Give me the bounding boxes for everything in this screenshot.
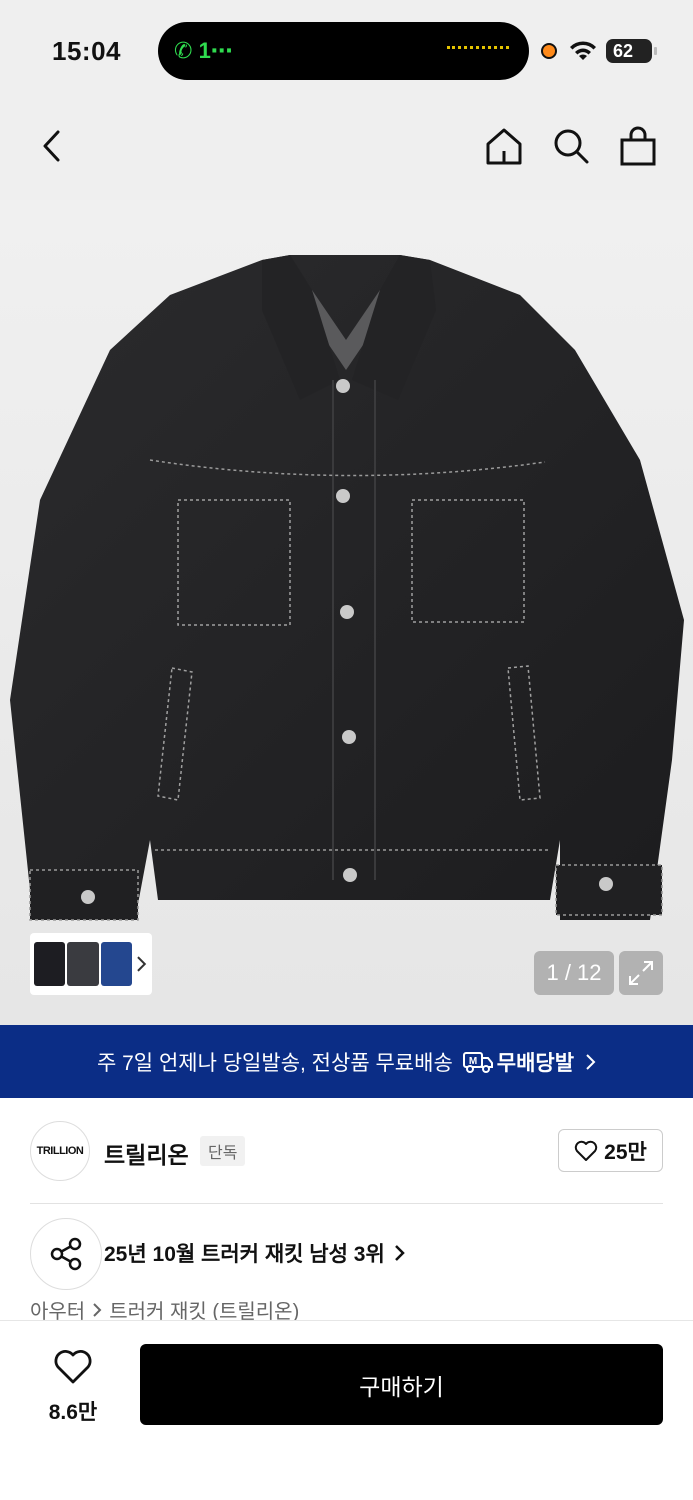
call-indicator: ✆ 1⋯ bbox=[174, 38, 233, 64]
battery-icon: 62 bbox=[606, 39, 657, 63]
brand-like-button[interactable]: 25만 bbox=[558, 1129, 663, 1172]
dynamic-island[interactable]: ✆ 1⋯ bbox=[158, 22, 529, 80]
bottom-action-bar: 8.6만 구매하기 bbox=[0, 1320, 693, 1500]
cart-button[interactable] bbox=[616, 124, 660, 168]
brand-row: TRILLION 트릴리온 단독 25만 bbox=[0, 1098, 693, 1203]
share-icon bbox=[50, 1237, 82, 1271]
phone-icon: ✆ bbox=[174, 38, 193, 63]
status-time: 15:04 bbox=[52, 36, 121, 66]
wishlist-button[interactable]: 8.6만 bbox=[40, 1349, 106, 1426]
home-button[interactable] bbox=[482, 124, 526, 168]
heart-icon bbox=[574, 1140, 598, 1161]
thumbnail-black[interactable] bbox=[34, 942, 66, 986]
call-text: 1⋯ bbox=[198, 38, 233, 63]
exclusive-tag: 단독 bbox=[200, 1136, 246, 1166]
status-bar: 15:04 ✆ 1⋯ 62 bbox=[0, 0, 693, 100]
banner-text: 주 7일 언제나 당일발송, 전상품 무료배송 bbox=[96, 1051, 453, 1075]
heart-icon bbox=[54, 1350, 92, 1384]
brand-like-count: 25만 bbox=[604, 1140, 647, 1164]
search-button[interactable] bbox=[549, 124, 593, 168]
shopping-bag-icon bbox=[620, 126, 656, 166]
banner-brand-label: 무배당발 bbox=[496, 1051, 575, 1075]
ranking-link[interactable]: 25년 10월 트러커 재킷 남성 3위 bbox=[104, 1238, 405, 1268]
recording-indicator-icon bbox=[541, 43, 557, 59]
wishlist-count: 8.6만 bbox=[48, 1401, 98, 1424]
ranking-text: 25년 10월 트러커 재킷 남성 3위 bbox=[104, 1243, 385, 1266]
chevron-right-icon bbox=[394, 1245, 405, 1261]
banner-brand: M 무배당발 bbox=[462, 1047, 575, 1077]
product-image-gallery[interactable]: 1 / 12 bbox=[0, 200, 693, 1025]
brand-logo[interactable]: TRILLION bbox=[30, 1121, 90, 1181]
chevron-right-icon bbox=[93, 1302, 102, 1317]
expand-icon bbox=[629, 961, 653, 985]
back-button[interactable] bbox=[30, 124, 74, 168]
wifi-icon bbox=[570, 41, 596, 60]
svg-text:M: M bbox=[469, 1056, 477, 1067]
top-navigation bbox=[0, 100, 693, 200]
expand-button[interactable] bbox=[619, 951, 663, 995]
divider bbox=[30, 1203, 663, 1204]
buy-button[interactable]: 구매하기 bbox=[140, 1344, 663, 1425]
product-image bbox=[10, 255, 684, 921]
color-thumbnails[interactable] bbox=[30, 933, 152, 995]
thumbnail-charcoal[interactable] bbox=[67, 942, 99, 986]
share-button[interactable] bbox=[30, 1218, 102, 1290]
delivery-truck-icon: M bbox=[462, 1051, 493, 1073]
thumbnail-blue[interactable] bbox=[100, 942, 133, 986]
search-icon bbox=[554, 129, 589, 164]
battery-level: 62 bbox=[613, 41, 634, 61]
image-counter: 1 / 12 bbox=[534, 951, 614, 995]
chevron-right-icon bbox=[137, 956, 147, 972]
brand-name[interactable]: 트릴리온 bbox=[104, 1136, 189, 1170]
chevron-right-icon bbox=[586, 1053, 596, 1070]
delivery-banner[interactable]: 주 7일 언제나 당일발송, 전상품 무료배송 M 무배당발 bbox=[0, 1025, 693, 1098]
brand-logo-text: TRILLION bbox=[36, 1145, 84, 1157]
waveform-icon bbox=[447, 46, 509, 50]
chevron-left-icon bbox=[43, 130, 60, 162]
home-icon bbox=[486, 128, 522, 165]
